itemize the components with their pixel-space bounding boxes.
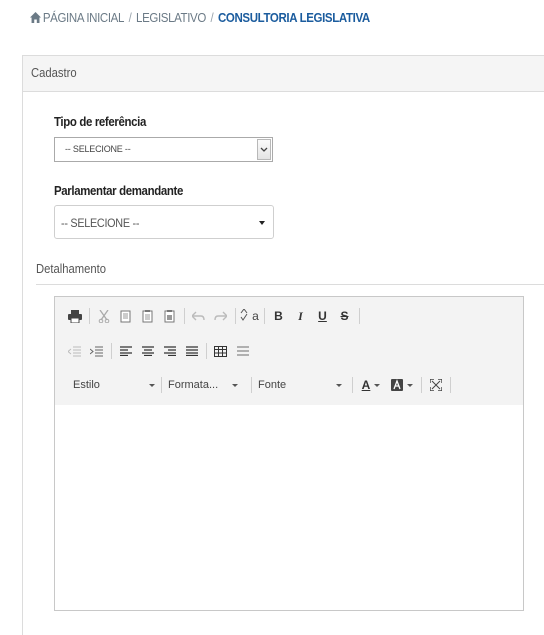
toolbar-separator xyxy=(161,377,162,393)
font-combo[interactable]: Fonte xyxy=(256,375,350,395)
home-icon xyxy=(30,12,42,23)
chevron-down-icon xyxy=(232,383,238,387)
chevron-down-icon xyxy=(260,147,268,152)
breadcrumb-section-link[interactable]: LEGISLATIVO xyxy=(136,11,206,25)
italic-icon[interactable]: I xyxy=(291,306,310,326)
dropdown-button[interactable] xyxy=(257,139,271,160)
text-color-button[interactable]: A xyxy=(357,375,385,395)
toolbar-separator xyxy=(264,308,265,324)
paste-text-icon[interactable] xyxy=(160,306,179,326)
spellcheck-glyph: a xyxy=(252,309,259,323)
editor-content-area[interactable] xyxy=(55,405,523,610)
toolbar-separator xyxy=(450,377,451,393)
toolbar-row-1: a B I U S xyxy=(65,305,364,327)
strike-icon[interactable]: S xyxy=(335,306,354,326)
indent-icon[interactable] xyxy=(87,341,106,361)
breadcrumb-separator: / xyxy=(210,11,214,25)
toolbar-separator xyxy=(352,377,353,393)
chevron-down-icon xyxy=(336,383,342,387)
breadcrumb-separator: / xyxy=(128,11,132,25)
toolbar-separator xyxy=(89,308,90,324)
detalhamento-heading: Detalhamento xyxy=(36,258,544,285)
cut-icon[interactable] xyxy=(94,306,113,326)
align-left-icon[interactable] xyxy=(116,341,135,361)
paste-icon[interactable] xyxy=(138,306,157,326)
format-combo[interactable]: Formata... xyxy=(166,375,249,395)
rich-text-editor: a B I U S Estilo Formata... Fonte A xyxy=(54,296,524,611)
underline-icon[interactable]: U xyxy=(313,306,332,326)
parlamentar-value: -- SELECIONE -- xyxy=(61,216,140,230)
background-color-icon xyxy=(391,379,403,391)
breadcrumb-home-link[interactable]: PÁGINA INICIAL xyxy=(43,11,125,25)
table-icon[interactable] xyxy=(211,341,230,361)
toolbar-separator xyxy=(359,308,360,324)
toolbar-separator xyxy=(184,308,185,324)
tipo-referencia-value: -- SELECIONE -- xyxy=(65,144,131,154)
font-combo-label: Fonte xyxy=(258,379,287,391)
horizontal-rule-icon[interactable] xyxy=(233,341,252,361)
toolbar-separator xyxy=(251,377,252,393)
align-center-icon[interactable] xyxy=(138,341,157,361)
style-combo-label: Estilo xyxy=(73,379,100,391)
tipo-referencia-label: Tipo de referência xyxy=(54,114,147,129)
chevron-down-icon xyxy=(407,383,413,387)
undo-icon[interactable] xyxy=(189,306,208,326)
toolbar-separator xyxy=(206,343,207,359)
toolbar-row-3: Estilo Formata... Fonte A xyxy=(65,374,455,396)
toolbar-row-2 xyxy=(65,340,255,362)
outdent-icon[interactable] xyxy=(65,341,84,361)
toolbar-separator xyxy=(421,377,422,393)
text-color-icon: A xyxy=(361,378,371,392)
print-icon[interactable] xyxy=(65,306,84,326)
copy-icon[interactable] xyxy=(116,306,135,326)
parlamentar-select[interactable]: -- SELECIONE -- xyxy=(54,205,274,239)
maximize-icon[interactable] xyxy=(426,375,445,395)
format-combo-label: Formata... xyxy=(168,379,219,391)
caret-down-icon xyxy=(259,221,265,225)
justify-icon[interactable] xyxy=(182,341,201,361)
editor-toolbar: a B I U S Estilo Formata... Fonte A xyxy=(55,297,523,406)
bold-icon[interactable]: B xyxy=(269,306,288,326)
breadcrumb-current: CONSULTORIA LEGISLATIVA xyxy=(217,11,370,25)
chevron-down-icon xyxy=(149,383,155,387)
background-color-button[interactable] xyxy=(388,375,416,395)
toolbar-separator xyxy=(111,343,112,359)
breadcrumb: PÁGINA INICIAL / LEGISLATIVO / CONSULTORIA L… xyxy=(30,11,370,25)
align-right-icon[interactable] xyxy=(160,341,179,361)
toolbar-separator xyxy=(235,308,236,324)
panel-heading: Cadastro xyxy=(23,55,544,92)
chevron-down-icon xyxy=(374,383,381,387)
parlamentar-label: Parlamentar demandante xyxy=(54,183,183,198)
tipo-referencia-select[interactable]: -- SELECIONE -- xyxy=(54,137,273,162)
style-combo[interactable]: Estilo xyxy=(65,375,159,395)
redo-icon[interactable] xyxy=(211,306,230,326)
detalhamento-title: Detalhamento xyxy=(36,262,107,276)
spellcheck-icon[interactable]: a xyxy=(240,306,259,326)
panel-title: Cadastro xyxy=(31,66,77,80)
